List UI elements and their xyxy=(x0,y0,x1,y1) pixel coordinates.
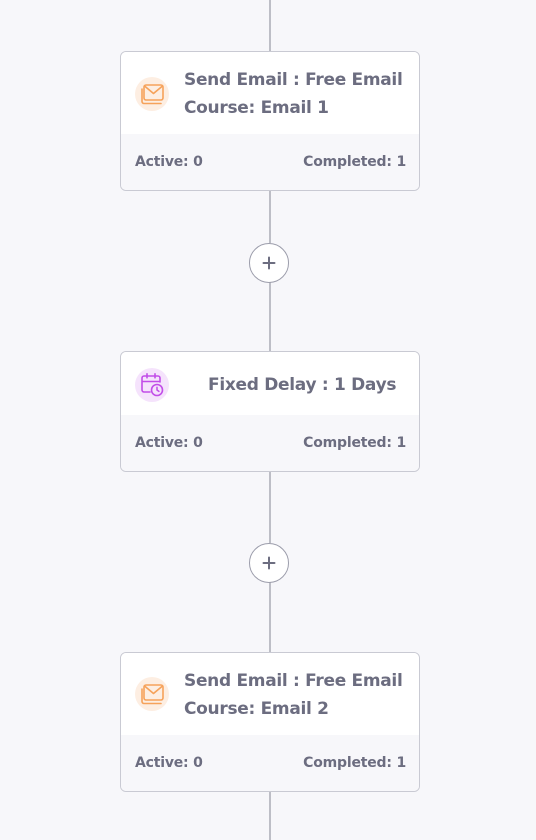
connector-line xyxy=(269,189,271,243)
step-title-line: Send Email : Free Email xyxy=(184,671,403,691)
step-stats: Active: 0 Completed: 1 xyxy=(121,735,419,791)
add-step-button[interactable] xyxy=(249,543,289,583)
step-card-header: Send Email : Free Email Course: Email 1 xyxy=(121,52,419,134)
connector-line xyxy=(269,581,271,653)
completed-count: Completed: 1 xyxy=(303,154,406,170)
envelope-icon xyxy=(135,677,169,711)
connector-line xyxy=(269,470,271,543)
active-count: Active: 0 xyxy=(135,435,203,451)
plus-icon xyxy=(262,256,276,270)
completed-count: Completed: 1 xyxy=(303,755,406,771)
step-title: Send Email : Free Email Course: Email 1 xyxy=(184,66,403,122)
step-card-send-email-1[interactable]: Send Email : Free Email Course: Email 1 … xyxy=(120,51,420,191)
active-count: Active: 0 xyxy=(135,154,203,170)
step-card-send-email-2[interactable]: Send Email : Free Email Course: Email 2 … xyxy=(120,652,420,792)
connector-line-top xyxy=(269,0,271,52)
step-title: Fixed Delay : 1 Days xyxy=(208,375,397,395)
step-card-header: Send Email : Free Email Course: Email 2 xyxy=(121,653,419,735)
add-step-button[interactable] xyxy=(249,243,289,283)
step-title-line: Send Email : Free Email xyxy=(184,70,403,90)
active-count: Active: 0 xyxy=(135,755,203,771)
calendar-clock-icon xyxy=(135,368,169,402)
connector-line-bottom xyxy=(269,790,271,840)
connector-line xyxy=(269,281,271,352)
step-title-line: Course: Email 2 xyxy=(184,699,329,719)
step-title: Send Email : Free Email Course: Email 2 xyxy=(184,667,403,723)
completed-count: Completed: 1 xyxy=(303,435,406,451)
step-title-line: Course: Email 1 xyxy=(184,98,329,118)
envelope-icon xyxy=(135,77,169,111)
step-stats: Active: 0 Completed: 1 xyxy=(121,415,419,471)
step-stats: Active: 0 Completed: 1 xyxy=(121,134,419,190)
step-card-header: Fixed Delay : 1 Days xyxy=(121,352,419,415)
plus-icon xyxy=(262,556,276,570)
step-card-fixed-delay[interactable]: Fixed Delay : 1 Days Active: 0 Completed… xyxy=(120,351,420,472)
